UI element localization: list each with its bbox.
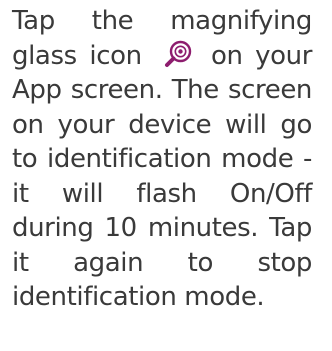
magnifying-glass-icon: [164, 40, 192, 68]
instruction-text-after-icon: on your App screen. The screen on your d…: [12, 40, 313, 313]
instruction-paragraph: Tap the magnifying glass icon on your Ap…: [12, 4, 312, 315]
